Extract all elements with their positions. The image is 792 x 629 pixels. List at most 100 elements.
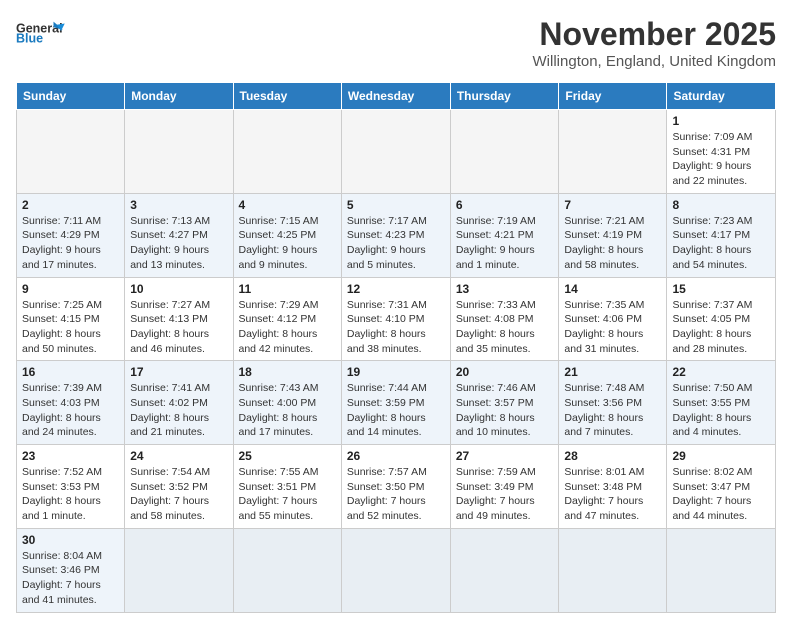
day-info: Sunrise: 7:25 AMSunset: 4:15 PMDaylight:… bbox=[22, 298, 119, 357]
day-cell: 1 Sunrise: 7:09 AMSunset: 4:31 PMDaylight… bbox=[667, 110, 776, 194]
day-cell: 5Sunrise: 7:17 AMSunset: 4:23 PMDaylight… bbox=[341, 193, 450, 277]
day-number: 20 bbox=[456, 365, 554, 379]
day-cell: 11 Sunrise: 7:29 AMSunset: 4:12 PMDayligh… bbox=[233, 277, 341, 361]
day-cell: 7 Sunrise: 7:21 AMSunset: 4:19 PMDaylight… bbox=[559, 193, 667, 277]
day-cell: 21Sunrise: 7:48 AMSunset: 3:56 PMDayligh… bbox=[559, 361, 667, 445]
day-info: Sunrise: 7:43 AMSunset: 4:00 PMDaylight:… bbox=[239, 381, 336, 440]
day-info: Sunrise: 7:50 AMSunset: 3:55 PMDaylight:… bbox=[672, 381, 770, 440]
day-cell bbox=[125, 110, 233, 194]
day-cell: 12Sunrise: 7:31 AMSunset: 4:10 PMDayligh… bbox=[341, 277, 450, 361]
day-number: 6 bbox=[456, 198, 554, 212]
day-info: Sunrise: 7:57 AMSunset: 3:50 PMDaylight:… bbox=[347, 465, 445, 524]
title-area: November 2025 Willington, England, Unite… bbox=[533, 16, 776, 70]
day-cell bbox=[559, 110, 667, 194]
logo-icon: General Blue bbox=[16, 16, 66, 46]
day-number: 17 bbox=[130, 365, 227, 379]
day-cell: 3 Sunrise: 7:13 AMSunset: 4:27 PMDaylight… bbox=[125, 193, 233, 277]
day-cell: 17 Sunrise: 7:41 AMSunset: 4:02 PMDayligh… bbox=[125, 361, 233, 445]
week-row-5: 23 Sunrise: 7:52 AMSunset: 3:53 PMDayligh… bbox=[17, 445, 776, 529]
day-cell bbox=[450, 110, 559, 194]
day-info: Sunrise: 7:59 AMSunset: 3:49 PMDaylight:… bbox=[456, 465, 554, 524]
day-number: 26 bbox=[347, 449, 445, 463]
day-info: Sunrise: 7:21 AMSunset: 4:19 PMDaylight:… bbox=[564, 214, 661, 273]
day-info: Sunrise: 7:52 AMSunset: 3:53 PMDaylight:… bbox=[22, 465, 119, 524]
day-cell: 10 Sunrise: 7:27 AMSunset: 4:13 PMDayligh… bbox=[125, 277, 233, 361]
day-cell: 16Sunrise: 7:39 AMSunset: 4:03 PMDayligh… bbox=[17, 361, 125, 445]
week-row-2: 2 Sunrise: 7:11 AMSunset: 4:29 PMDaylight… bbox=[17, 193, 776, 277]
weekday-header-tuesday: Tuesday bbox=[233, 83, 341, 110]
day-info: Sunrise: 7:37 AMSunset: 4:05 PMDaylight:… bbox=[672, 298, 770, 357]
day-cell: 8 Sunrise: 7:23 AMSunset: 4:17 PMDaylight… bbox=[667, 193, 776, 277]
day-info: Sunrise: 7:17 AMSunset: 4:23 PMDaylight:… bbox=[347, 214, 445, 273]
day-info: Sunrise: 8:04 AMSunset: 3:46 PMDaylight:… bbox=[22, 549, 119, 608]
location-title: Willington, England, United Kingdom bbox=[533, 53, 776, 70]
day-cell: 22 Sunrise: 7:50 AMSunset: 3:55 PMDayligh… bbox=[667, 361, 776, 445]
day-cell: 18 Sunrise: 7:43 AMSunset: 4:00 PMDayligh… bbox=[233, 361, 341, 445]
day-info: Sunrise: 7:54 AMSunset: 3:52 PMDaylight:… bbox=[130, 465, 227, 524]
day-cell: 27 Sunrise: 7:59 AMSunset: 3:49 PMDayligh… bbox=[450, 445, 559, 529]
day-cell: 15 Sunrise: 7:37 AMSunset: 4:05 PMDayligh… bbox=[667, 277, 776, 361]
day-number: 27 bbox=[456, 449, 554, 463]
day-number: 12 bbox=[347, 282, 445, 296]
day-info: Sunrise: 7:23 AMSunset: 4:17 PMDaylight:… bbox=[672, 214, 770, 273]
day-number: 23 bbox=[22, 449, 119, 463]
day-cell bbox=[17, 110, 125, 194]
day-info: Sunrise: 7:13 AMSunset: 4:27 PMDaylight:… bbox=[130, 214, 227, 273]
header: General Blue November 2025 Willington, E… bbox=[16, 16, 776, 70]
weekday-header-sunday: Sunday bbox=[17, 83, 125, 110]
day-info: Sunrise: 7:33 AMSunset: 4:08 PMDaylight:… bbox=[456, 298, 554, 357]
day-cell: 23 Sunrise: 7:52 AMSunset: 3:53 PMDayligh… bbox=[17, 445, 125, 529]
day-cell bbox=[559, 528, 667, 612]
day-cell: 24Sunrise: 7:54 AMSunset: 3:52 PMDayligh… bbox=[125, 445, 233, 529]
day-cell: 29Sunrise: 8:02 AMSunset: 3:47 PMDayligh… bbox=[667, 445, 776, 529]
calendar: SundayMondayTuesdayWednesdayThursdayFrid… bbox=[16, 82, 776, 613]
day-cell: 26 Sunrise: 7:57 AMSunset: 3:50 PMDayligh… bbox=[341, 445, 450, 529]
day-cell: 30 Sunrise: 8:04 AMSunset: 3:46 PMDayligh… bbox=[17, 528, 125, 612]
day-number: 25 bbox=[239, 449, 336, 463]
day-info: Sunrise: 7:09 AMSunset: 4:31 PMDaylight:… bbox=[672, 130, 770, 189]
day-cell bbox=[667, 528, 776, 612]
day-cell bbox=[341, 528, 450, 612]
day-info: Sunrise: 7:55 AMSunset: 3:51 PMDaylight:… bbox=[239, 465, 336, 524]
day-number: 15 bbox=[672, 282, 770, 296]
logo: General Blue bbox=[16, 16, 66, 46]
weekday-header-friday: Friday bbox=[559, 83, 667, 110]
day-number: 14 bbox=[564, 282, 661, 296]
weekday-header-thursday: Thursday bbox=[450, 83, 559, 110]
day-info: Sunrise: 7:44 AMSunset: 3:59 PMDaylight:… bbox=[347, 381, 445, 440]
day-cell: 2 Sunrise: 7:11 AMSunset: 4:29 PMDaylight… bbox=[17, 193, 125, 277]
day-cell: 19Sunrise: 7:44 AMSunset: 3:59 PMDayligh… bbox=[341, 361, 450, 445]
day-info: Sunrise: 7:27 AMSunset: 4:13 PMDaylight:… bbox=[130, 298, 227, 357]
day-cell bbox=[233, 528, 341, 612]
day-number: 11 bbox=[239, 282, 336, 296]
day-number: 10 bbox=[130, 282, 227, 296]
day-info: Sunrise: 8:02 AMSunset: 3:47 PMDaylight:… bbox=[672, 465, 770, 524]
day-cell: 20Sunrise: 7:46 AMSunset: 3:57 PMDayligh… bbox=[450, 361, 559, 445]
day-number: 16 bbox=[22, 365, 119, 379]
month-title: November 2025 bbox=[533, 16, 776, 53]
weekday-header-row: SundayMondayTuesdayWednesdayThursdayFrid… bbox=[17, 83, 776, 110]
day-number: 1 bbox=[672, 114, 770, 128]
week-row-1: 1 Sunrise: 7:09 AMSunset: 4:31 PMDaylight… bbox=[17, 110, 776, 194]
day-number: 8 bbox=[672, 198, 770, 212]
day-info: Sunrise: 7:41 AMSunset: 4:02 PMDaylight:… bbox=[130, 381, 227, 440]
day-cell bbox=[233, 110, 341, 194]
day-info: Sunrise: 7:19 AMSunset: 4:21 PMDaylight:… bbox=[456, 214, 554, 273]
day-cell: 25 Sunrise: 7:55 AMSunset: 3:51 PMDayligh… bbox=[233, 445, 341, 529]
day-number: 21 bbox=[564, 365, 661, 379]
week-row-6: 30 Sunrise: 8:04 AMSunset: 3:46 PMDayligh… bbox=[17, 528, 776, 612]
day-number: 18 bbox=[239, 365, 336, 379]
day-number: 7 bbox=[564, 198, 661, 212]
day-cell bbox=[341, 110, 450, 194]
day-number: 9 bbox=[22, 282, 119, 296]
day-info: Sunrise: 8:01 AMSunset: 3:48 PMDaylight:… bbox=[564, 465, 661, 524]
day-cell: 28Sunrise: 8:01 AMSunset: 3:48 PMDayligh… bbox=[559, 445, 667, 529]
day-number: 30 bbox=[22, 533, 119, 547]
day-info: Sunrise: 7:29 AMSunset: 4:12 PMDaylight:… bbox=[239, 298, 336, 357]
weekday-header-saturday: Saturday bbox=[667, 83, 776, 110]
day-cell bbox=[125, 528, 233, 612]
day-number: 2 bbox=[22, 198, 119, 212]
day-number: 3 bbox=[130, 198, 227, 212]
day-info: Sunrise: 7:11 AMSunset: 4:29 PMDaylight:… bbox=[22, 214, 119, 273]
day-number: 22 bbox=[672, 365, 770, 379]
